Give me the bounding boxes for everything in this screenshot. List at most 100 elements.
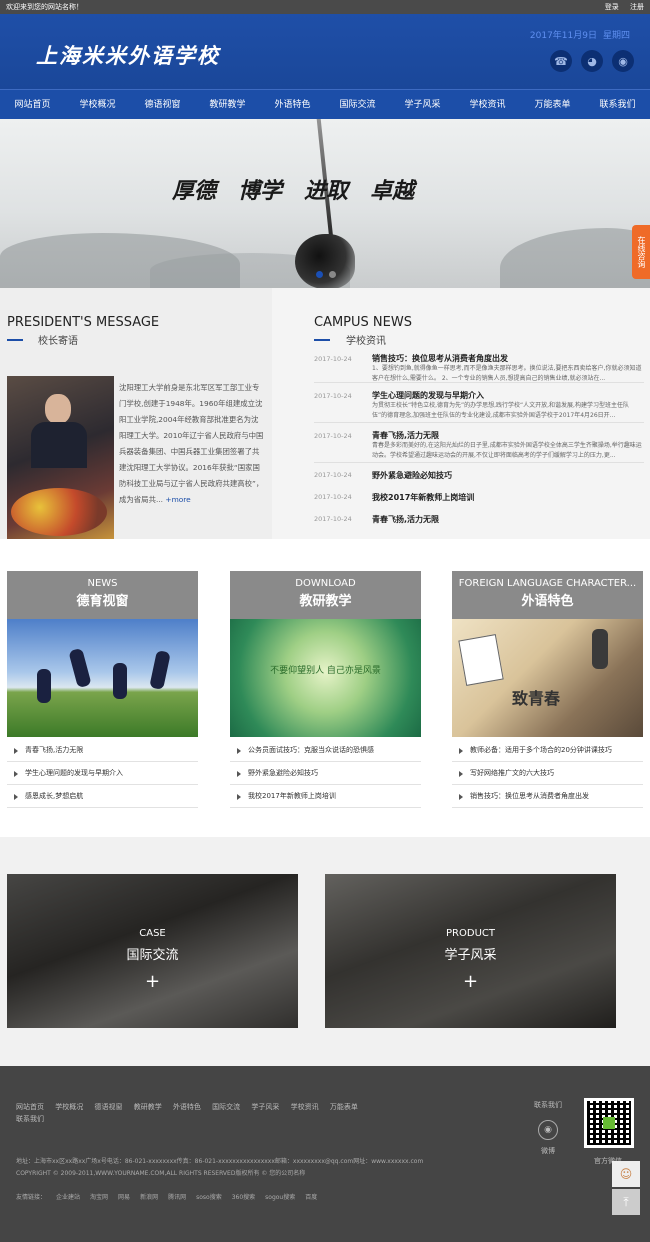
president-title-cn: 校长寄语 <box>38 336 78 347</box>
nav-item-exchange[interactable]: 国际交流 <box>325 90 390 119</box>
friend-link[interactable]: soso搜索 <box>196 1194 222 1201</box>
news-date: 2017-10-24 <box>314 493 352 501</box>
card-image-youth[interactable]: 致青春 <box>452 619 643 737</box>
news-item[interactable]: 2017-10-24 青春飞扬,活力无限 <box>314 507 644 529</box>
news-item[interactable]: 2017-10-24 野外紧急避险必知技巧 <box>314 463 644 485</box>
register-link[interactable]: 注册 <box>630 3 644 11</box>
friend-link[interactable]: 腾讯网 <box>168 1194 186 1201</box>
president-photo <box>7 376 114 539</box>
card-list: 公务员面试技巧：克服当众说话的恐惧感 野外紧急避险必知技巧 我校2017年新教师… <box>230 739 421 808</box>
footer-link[interactable]: 学子风采 <box>251 1101 279 1113</box>
title-underline <box>7 339 23 341</box>
friend-link[interactable]: 淘宝网 <box>90 1194 108 1201</box>
welcome-text: 欢迎来到您的网站名称！ <box>6 3 83 11</box>
weibo-icon[interactable]: ◉ <box>538 1120 558 1140</box>
qr-pattern <box>587 1101 631 1145</box>
news-item[interactable]: 2017-10-24 销售技巧：换位思考从消费者角度出发 1、要想钓到鱼,就得像… <box>314 350 644 383</box>
tile-students[interactable]: PRODUCT 学子风采 + <box>325 874 616 1028</box>
card-header[interactable]: NEWS 德育视窗 <box>7 571 198 619</box>
social-icons: ☎ ◕ ◉ <box>550 50 634 72</box>
footer-link[interactable]: 德语视窗 <box>94 1101 122 1113</box>
mountain-shape <box>500 228 650 288</box>
card-list: 青春飞扬,活力无限 学生心理问题的发现与早期介入 感恩成长,梦想启航 <box>7 739 198 808</box>
nav-item-language[interactable]: 外语特色 <box>260 90 325 119</box>
nav-item-home[interactable]: 网站首页 <box>0 90 65 119</box>
top-bar: 欢迎来到您的网站名称！ 登录 注册 <box>0 0 650 14</box>
list-item[interactable]: 我校2017年新教师上岗培训 <box>230 785 421 808</box>
list-item[interactable]: 青春飞扬,活力无限 <box>7 739 198 762</box>
weibo-icon[interactable]: ◉ <box>612 50 634 72</box>
nav-item-students[interactable]: 学子风采 <box>390 90 455 119</box>
plus-icon[interactable]: + <box>7 971 298 992</box>
footer-link[interactable]: 联系我们 <box>16 1113 44 1125</box>
footer-link[interactable]: 教研教学 <box>134 1101 162 1113</box>
friend-link[interactable]: 百度 <box>305 1194 317 1201</box>
motto-word: 卓越 <box>370 178 415 204</box>
message-news-section: PRESIDENT'S MESSAGE 校长寄语 沈阳理工大学前身是东北军区军工… <box>0 288 650 539</box>
footer-link[interactable]: 外语特色 <box>173 1101 201 1113</box>
nav-item-german[interactable]: 德语视窗 <box>130 90 195 119</box>
wechat-icon[interactable]: ◕ <box>581 50 603 72</box>
news-desc: 青春是多彩而美好的,在这阳光灿烂的日子里,成都市实验外国语学校全体高三学生齐聚操… <box>372 442 642 459</box>
nav-item-contact[interactable]: 联系我们 <box>585 90 650 119</box>
card-header[interactable]: DOWNLOAD 教研教学 <box>230 571 421 619</box>
list-item[interactable]: 教师必备：适用于多个场合的20分钟讲课技巧 <box>452 739 643 762</box>
carousel-dot[interactable] <box>316 271 323 278</box>
footer-nav: 网站首页 学校概况 德语视窗 教研教学 外语特色 国际交流 学子风采 学校资讯 … <box>16 1101 396 1125</box>
card-image-graduates[interactable] <box>7 619 198 737</box>
list-item[interactable]: 野外紧急避险必知技巧 <box>230 762 421 785</box>
news-desc: 1、要想钓到鱼,就得像鱼一样思考,而不是像渔夫那样思考。换位说法,要把东西卖给客… <box>372 365 642 382</box>
tile-exchange[interactable]: CASE 国际交流 + <box>7 874 298 1028</box>
friend-link[interactable]: 企业建站 <box>56 1194 80 1201</box>
plus-icon[interactable]: + <box>325 971 616 992</box>
nav-item-about[interactable]: 学校概况 <box>65 90 130 119</box>
tile-title-en: CASE <box>139 928 166 939</box>
footer-link[interactable]: 万能表单 <box>330 1101 358 1113</box>
site-logo[interactable]: 上海米米外语学校 <box>36 40 220 70</box>
list-item[interactable]: 写好网络推广文的六大技巧 <box>452 762 643 785</box>
card-image-quote[interactable]: 不要仰望别人 自己亦是风景 <box>230 619 421 737</box>
friend-link[interactable]: sogou搜索 <box>265 1194 295 1201</box>
carousel-dots <box>316 271 336 278</box>
footer-contact: 联系我们 ◉ 微博 <box>533 1100 563 1156</box>
list-item[interactable]: 销售技巧：换位思考从消费者角度出发 <box>452 785 643 808</box>
graduate-figure <box>37 669 51 703</box>
news-item[interactable]: 2017-10-24 青春飞扬,活力无限 青春是多彩而美好的,在这阳光灿烂的日子… <box>314 423 644 463</box>
floating-buttons: ☺ ⤒ <box>612 1161 640 1217</box>
friend-link[interactable]: 网易 <box>118 1194 130 1201</box>
phone-icon[interactable]: ☎ <box>550 50 572 72</box>
nav-item-teaching[interactable]: 教研教学 <box>195 90 260 119</box>
feature-cards-section: NEWS 德育视窗 青春飞扬,活力无限 学生心理问题的发现与早期介入 感恩成长,… <box>0 539 650 837</box>
news-item[interactable]: 2017-10-24 我校2017年新教师上岗培训 <box>314 485 644 507</box>
list-item[interactable]: 学生心理问题的发现与早期介入 <box>7 762 198 785</box>
friend-link[interactable]: 新浪网 <box>140 1194 158 1201</box>
list-item[interactable]: 感恩成长,梦想启航 <box>7 785 198 808</box>
news-date: 2017-10-24 <box>314 392 352 400</box>
footer-link[interactable]: 网站首页 <box>16 1101 44 1113</box>
news-title-en: CAMPUS NEWS <box>314 315 412 330</box>
main-nav: 网站首页 学校概况 德语视窗 教研教学 外语特色 国际交流 学子风采 学校资讯 … <box>0 89 650 119</box>
carousel-dot[interactable] <box>329 271 336 278</box>
graduate-figure <box>68 647 92 689</box>
card-title-en: FOREIGN LANGUAGE CHARACTER... <box>458 578 637 589</box>
tile-title-cn: 国际交流 <box>126 948 179 963</box>
nav-item-news[interactable]: 学校资讯 <box>455 90 520 119</box>
news-item[interactable]: 2017-10-24 学生心理问题的发现与早期介入 为贯彻王校长“特色立校,德育… <box>314 383 644 423</box>
photo-face <box>45 394 71 424</box>
online-consult-button[interactable]: 在线咨询 <box>632 225 650 279</box>
date-text: 2017年11月9日 <box>529 31 597 41</box>
date-display: 2017年11月9日 星期四 <box>524 28 630 41</box>
back-to-top-icon[interactable]: ⤒ <box>612 1189 640 1215</box>
footer-link[interactable]: 学校资讯 <box>291 1101 319 1113</box>
footer-link[interactable]: 国际交流 <box>212 1101 240 1113</box>
chat-icon[interactable]: ☺ <box>612 1161 640 1187</box>
more-link[interactable]: +more <box>165 495 190 504</box>
login-link[interactable]: 登录 <box>605 3 619 11</box>
list-item[interactable]: 公务员面试技巧：克服当众说话的恐惧感 <box>230 739 421 762</box>
nav-item-form[interactable]: 万能表单 <box>520 90 585 119</box>
card-header[interactable]: FOREIGN LANGUAGE CHARACTER... 外语特色 <box>452 571 643 619</box>
president-title-en: PRESIDENT'S MESSAGE <box>7 315 160 330</box>
friend-link[interactable]: 360搜索 <box>232 1194 255 1201</box>
footer-link[interactable]: 学校概况 <box>55 1101 83 1113</box>
motto-word: 进取 <box>304 178 349 204</box>
